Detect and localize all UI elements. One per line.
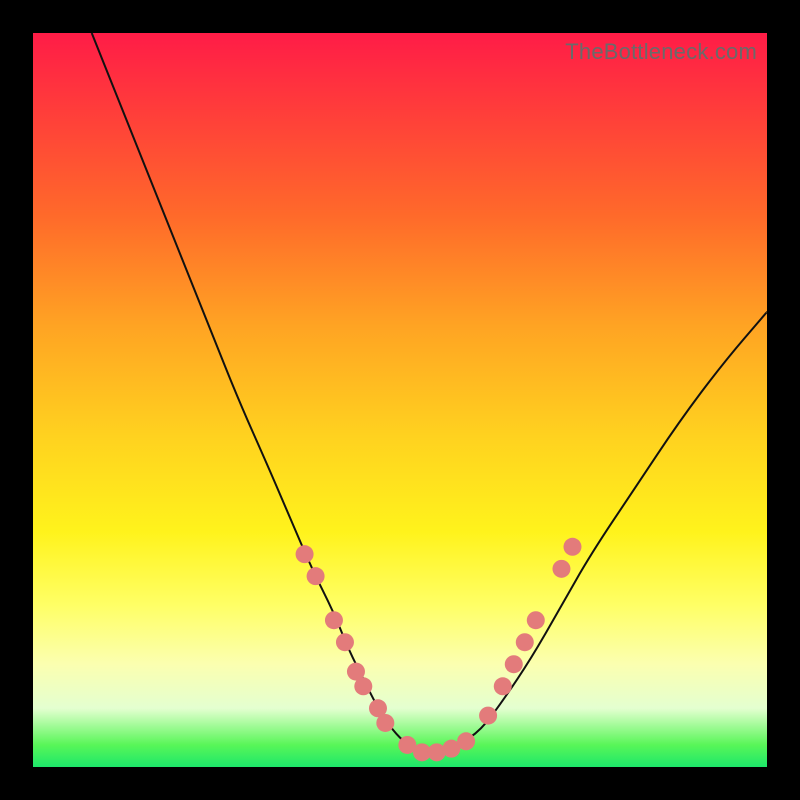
curve-marker bbox=[516, 633, 534, 651]
curve-marker bbox=[307, 567, 325, 585]
curve-marker bbox=[494, 677, 512, 695]
curve-marker bbox=[457, 732, 475, 750]
plot-area: TheBottleneck.com bbox=[33, 33, 767, 767]
bottleneck-curve bbox=[92, 33, 767, 752]
chart-frame: TheBottleneck.com bbox=[0, 0, 800, 800]
curve-marker bbox=[505, 655, 523, 673]
curve-marker bbox=[336, 633, 354, 651]
chart-svg bbox=[33, 33, 767, 767]
curve-marker bbox=[552, 560, 570, 578]
curve-marker bbox=[354, 677, 372, 695]
curve-marker bbox=[527, 611, 545, 629]
curve-marker bbox=[479, 707, 497, 725]
curve-marker bbox=[325, 611, 343, 629]
curve-marker bbox=[376, 714, 394, 732]
curve-marker bbox=[296, 545, 314, 563]
marker-group bbox=[296, 538, 582, 762]
curve-marker bbox=[563, 538, 581, 556]
